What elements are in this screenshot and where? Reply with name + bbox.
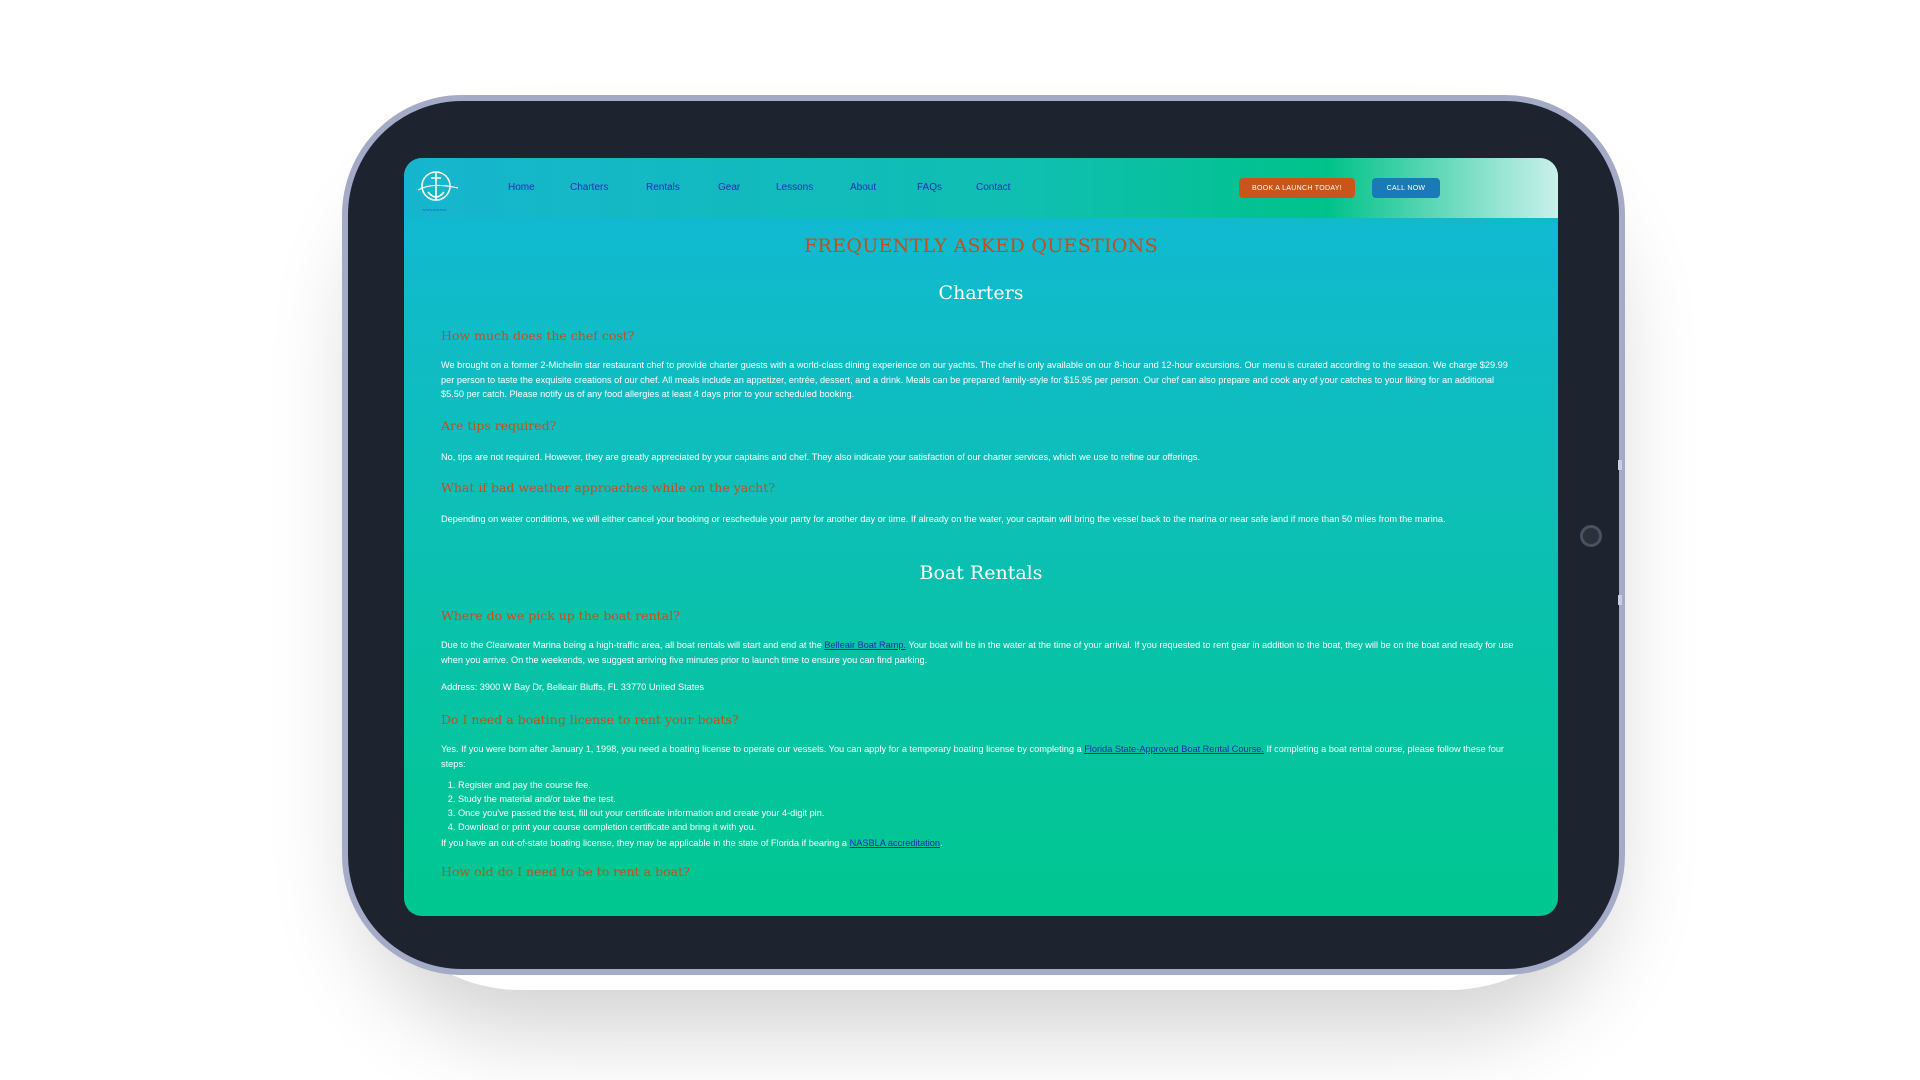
browser-screen: ~~~~~~~ Home Charters Rentals Gear Lesso… <box>404 158 1558 916</box>
faq-question-bad-weather: What if bad weather approaches while on … <box>441 480 775 495</box>
anchor-logo-icon[interactable]: ~~~~~~~ <box>412 160 464 216</box>
license-text-start: Yes. If you were born after January 1, 1… <box>441 744 1085 754</box>
faq-answer-pickup: Due to the Clearwater Marina being a hig… <box>441 638 1516 667</box>
power-button <box>1618 595 1622 605</box>
faq-answer-chef-cost: We brought on a former 2-Michelin star r… <box>441 360 1508 399</box>
out-of-state-period: . <box>940 838 943 848</box>
call-now-button[interactable]: CALL NOW <box>1372 178 1440 198</box>
volume-button <box>1618 460 1622 470</box>
faq-question-pickup: Where do we pick up the boat rental? <box>441 608 680 623</box>
list-item: Study the material and/or take the test. <box>458 792 824 806</box>
faq-question-chef-cost: How much does the chef cost? <box>441 328 635 343</box>
belleair-boat-ramp-link[interactable]: Belleair Boat Ramp. <box>824 640 906 650</box>
nav-lessons-link[interactable]: Lessons <box>776 182 813 193</box>
top-navigation: ~~~~~~~ Home Charters Rentals Gear Lesso… <box>404 158 1558 218</box>
nav-gear-link[interactable]: Gear <box>718 182 740 193</box>
faq-answer-bad-weather: Depending on water conditions, we will e… <box>441 514 1446 524</box>
nav-about-link[interactable]: About <box>850 182 876 193</box>
rental-address: Address: 3900 W Bay Dr, Belleair Bluffs,… <box>441 682 704 692</box>
boat-rental-course-link[interactable]: Florida State-Approved Boat Rental Cours… <box>1084 744 1264 754</box>
nav-contact-link[interactable]: Contact <box>976 182 1010 193</box>
charters-heading: Charters <box>938 282 1024 304</box>
license-steps-list: Register and pay the course fee. Study t… <box>444 778 824 834</box>
book-launch-button[interactable]: BOOK A LAUNCH TODAY! <box>1239 178 1355 198</box>
page-title: FREQUENTLY ASKED QUESTIONS <box>804 235 1158 257</box>
nav-home-link[interactable]: Home <box>508 182 535 193</box>
list-item: Once you've passed the test, fill out yo… <box>458 806 824 820</box>
nav-faqs-link[interactable]: FAQs <box>917 182 942 193</box>
list-item: Register and pay the course fee. <box>458 778 824 792</box>
camera-icon <box>1580 525 1602 547</box>
list-item: Download or print your course completion… <box>458 820 824 834</box>
out-of-state-text: If you have an out-of-state boating lice… <box>441 838 850 848</box>
faq-answer-out-of-state: If you have an out-of-state boating lice… <box>441 836 1516 851</box>
faq-question-age: How old do I need to be to rent a boat? <box>441 864 690 879</box>
nav-charters-link[interactable]: Charters <box>570 182 608 193</box>
pickup-text-start: Due to the Clearwater Marina being a hig… <box>441 640 825 650</box>
faq-question-tips: Are tips required? <box>441 418 557 433</box>
nav-rentals-link[interactable]: Rentals <box>646 182 680 193</box>
svg-text:~~~~~~~: ~~~~~~~ <box>422 208 447 214</box>
faq-answer-tips: No, tips are not required. However, they… <box>441 452 1201 462</box>
nasbla-accreditation-link[interactable]: NASBLA accreditation <box>850 838 940 848</box>
boat-rentals-heading: Boat Rentals <box>919 562 1043 584</box>
faq-question-license: Do I need a boating license to rent your… <box>441 712 739 727</box>
faq-answer-license: Yes. If you were born after January 1, 1… <box>441 742 1516 771</box>
